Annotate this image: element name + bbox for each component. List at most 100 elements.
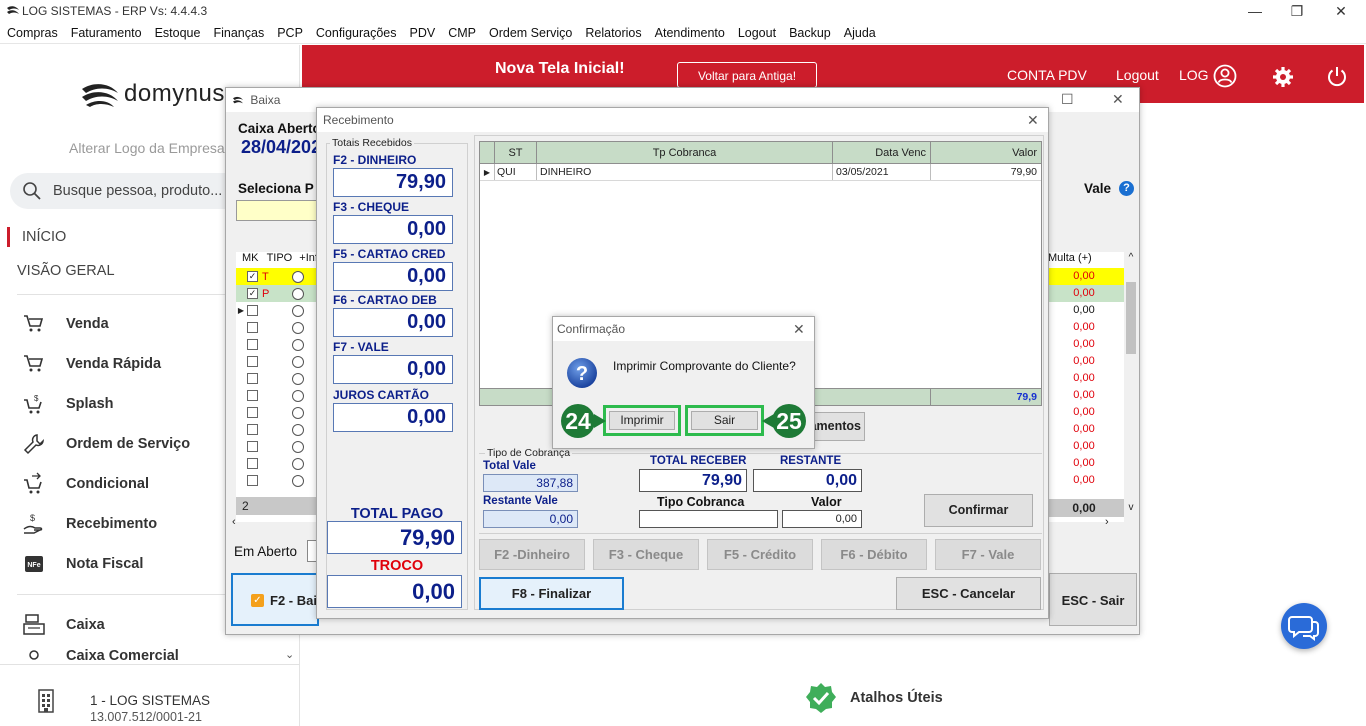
scroll-left-icon[interactable]: ‹ <box>232 516 236 528</box>
payment-button-2[interactable]: F5 - Crédito <box>707 539 813 570</box>
menu-item-estoque[interactable]: Estoque <box>149 22 208 44</box>
chat-button[interactable] <box>1281 603 1327 649</box>
menu-item-ajuda[interactable]: Ajuda <box>838 22 883 44</box>
row-radio[interactable] <box>292 321 304 334</box>
table-row[interactable] <box>236 472 318 489</box>
finalizar-button[interactable]: F8 - Finalizar <box>479 577 624 610</box>
row-radio[interactable] <box>292 287 304 300</box>
field-f6-cartao-deb[interactable]: 0,00 <box>333 308 453 337</box>
table-row[interactable] <box>236 370 318 387</box>
baixa-vscrollbar[interactable]: ^ v <box>1124 252 1138 522</box>
row-radio[interactable] <box>292 474 304 487</box>
conta-pdv-link[interactable]: CONTA PDV <box>1007 67 1087 83</box>
power-icon[interactable] <box>1326 65 1348 87</box>
menu-item-compras[interactable]: Compras <box>1 22 65 44</box>
table-row[interactable] <box>236 387 318 404</box>
row-checkbox[interactable] <box>247 390 258 401</box>
row-radio[interactable] <box>292 406 304 419</box>
menu-item-logout[interactable]: Logout <box>732 22 783 44</box>
table-row[interactable]: ▶ <box>236 302 318 319</box>
row-radio[interactable] <box>292 355 304 368</box>
minimize-button[interactable]: — <box>1232 0 1278 22</box>
confirmacao-close-button[interactable]: ✕ <box>793 321 805 338</box>
search-input[interactable]: Busque pessoa, produto... <box>53 183 222 199</box>
table-row[interactable] <box>236 353 318 370</box>
row-checkbox[interactable]: ✓ <box>247 271 258 282</box>
baixa-close-button[interactable]: ✕ <box>1112 91 1124 108</box>
row-checkbox[interactable] <box>247 475 258 486</box>
row-checkbox[interactable] <box>247 407 258 418</box>
table-row[interactable] <box>236 421 318 438</box>
table-row[interactable]: ✓ P <box>236 285 318 302</box>
row-checkbox[interactable] <box>247 458 258 469</box>
row-radio[interactable] <box>292 270 304 283</box>
table-row[interactable] <box>236 404 318 421</box>
row-radio[interactable] <box>292 338 304 351</box>
confirmar-button[interactable]: Confirmar <box>924 494 1033 527</box>
scroll-right-icon[interactable]: › <box>1105 516 1109 528</box>
menu-item-backup[interactable]: Backup <box>783 22 838 44</box>
scroll-up-icon[interactable]: ^ <box>1124 252 1138 263</box>
row-radio[interactable] <box>292 304 304 317</box>
row-radio[interactable] <box>292 389 304 402</box>
imprimir-button[interactable]: Imprimir <box>609 411 675 430</box>
change-logo-link[interactable]: Alterar Logo da Empresa <box>69 140 225 156</box>
row-checkbox[interactable] <box>247 356 258 367</box>
company-logo[interactable]: domynus erp <box>80 79 243 109</box>
row-checkbox[interactable] <box>247 339 258 350</box>
row-checkbox[interactable] <box>247 441 258 452</box>
row-checkbox[interactable] <box>247 305 258 316</box>
menu-item-ordem-servico[interactable]: Ordem Serviço <box>483 22 579 44</box>
scroll-down-icon[interactable]: v <box>1124 502 1138 513</box>
sidebar-scroll-down-icon[interactable]: ⌄ <box>285 648 294 661</box>
menu-item-pcp[interactable]: PCP <box>271 22 310 44</box>
esc-sair-button[interactable]: ESC - Sair <box>1049 573 1137 626</box>
scroll-thumb[interactable] <box>1126 282 1136 354</box>
table-row[interactable] <box>236 438 318 455</box>
f2-baixa-button[interactable]: ✓ F2 - Baixa <box>231 573 331 626</box>
menu-item-relatorios[interactable]: Relatorios <box>579 22 648 44</box>
menu-item-atendimento[interactable]: Atendimento <box>649 22 732 44</box>
menu-item-faturamento[interactable]: Faturamento <box>65 22 149 44</box>
nav-inicio[interactable]: INÍCIO <box>22 229 66 245</box>
row-radio[interactable] <box>292 372 304 385</box>
row-checkbox[interactable] <box>247 424 258 435</box>
menu-item-financas[interactable]: Finanças <box>207 22 271 44</box>
row-checkbox[interactable]: ✓ <box>247 288 258 299</box>
recebimento-close-button[interactable]: ✕ <box>1027 112 1039 129</box>
baixa-maximize-button[interactable]: ☐ <box>1061 91 1074 108</box>
tipo-cobranca-input[interactable] <box>639 510 778 528</box>
back-to-old-button[interactable]: Voltar para Antiga! <box>677 62 817 88</box>
table-row[interactable] <box>236 336 318 353</box>
gear-icon[interactable] <box>1272 66 1294 88</box>
row-radio[interactable] <box>292 423 304 436</box>
row-radio[interactable] <box>292 457 304 470</box>
close-window-button[interactable]: ✕ <box>1318 0 1364 22</box>
payment-button-4[interactable]: F7 - Vale <box>935 539 1041 570</box>
row-radio[interactable] <box>292 440 304 453</box>
row-checkbox[interactable] <box>247 322 258 333</box>
seleciona-input[interactable] <box>236 200 318 221</box>
vale-help-icon[interactable]: ? <box>1119 181 1134 196</box>
logout-link[interactable]: Logout <box>1116 67 1159 83</box>
table-row[interactable] <box>236 455 318 472</box>
field-f2-dinheiro[interactable]: 79,90 <box>333 168 453 197</box>
field-juros-cartao[interactable]: 0,00 <box>333 403 453 432</box>
payment-button-3[interactable]: F6 - Débito <box>821 539 927 570</box>
cancelar-button[interactable]: ESC - Cancelar <box>896 577 1041 610</box>
menu-item-cmp[interactable]: CMP <box>442 22 483 44</box>
payment-button-0[interactable]: F2 -Dinheiro <box>479 539 585 570</box>
menu-item-configuracoes[interactable]: Configurações <box>310 22 404 44</box>
row-checkbox[interactable] <box>247 373 258 384</box>
menu-item-pdv[interactable]: PDV <box>404 22 443 44</box>
table-row[interactable]: ✓ T <box>236 268 318 285</box>
field-f7-vale[interactable]: 0,00 <box>333 355 453 384</box>
field-f3-cheque[interactable]: 0,00 <box>333 215 453 244</box>
nav-visao-geral[interactable]: VISÃO GERAL <box>17 263 115 279</box>
sidebar-item-caixa-comercial[interactable]: Caixa Comercial <box>22 648 282 664</box>
valor-input[interactable]: 0,00 <box>782 510 862 528</box>
sair-button[interactable]: Sair <box>691 411 758 430</box>
table-row[interactable]: ▶ QUI DINHEIRO 03/05/2021 79,90 <box>480 164 1041 181</box>
user-avatar-icon[interactable] <box>1213 64 1237 88</box>
payment-button-1[interactable]: F3 - Cheque <box>593 539 699 570</box>
